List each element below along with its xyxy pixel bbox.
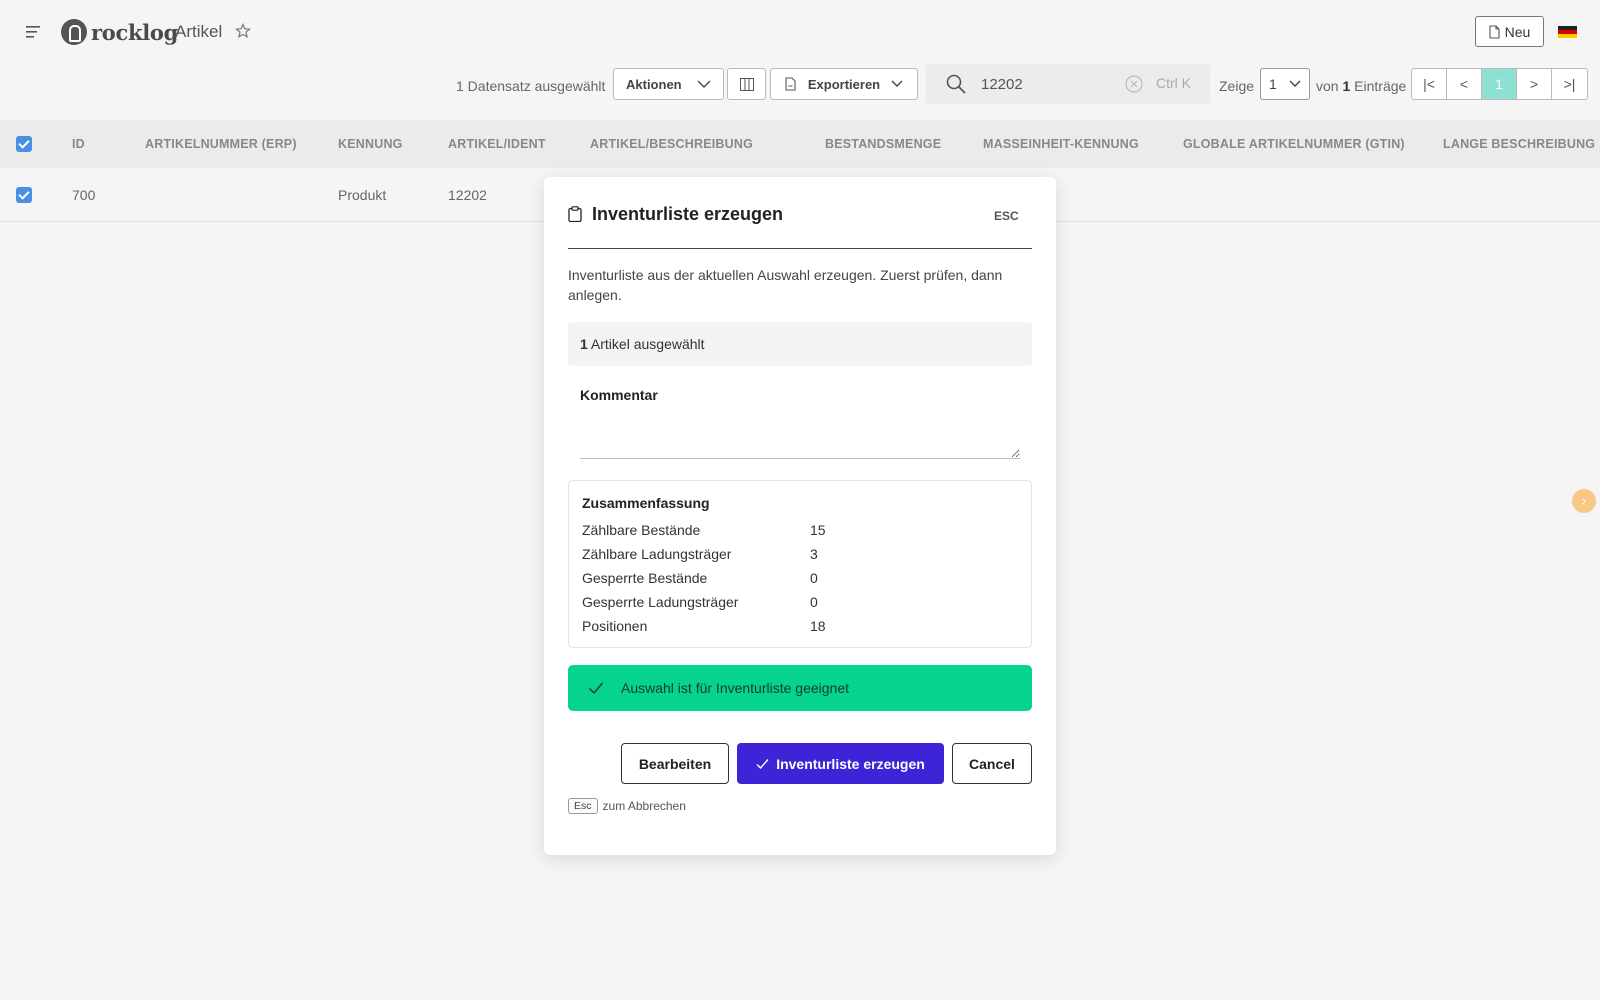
entries-suffix: Einträge: [1354, 78, 1407, 94]
keyboard-hint-text: zum Abbrechen: [602, 799, 686, 813]
selected-text: Artikel ausgewählt: [590, 336, 705, 352]
column-header-masseinheit[interactable]: MASSEINHEIT-KENNUNG: [983, 120, 1139, 168]
logo-text: rocklog: [91, 19, 178, 45]
selected-count: 1: [580, 336, 588, 352]
page-size-value: 1: [1269, 76, 1277, 92]
summary-label: Positionen: [582, 618, 648, 634]
column-header-ident[interactable]: ARTIKEL/IDENT: [448, 120, 546, 168]
column-header-bestandsmenge[interactable]: BESTANDSMENGE: [825, 120, 941, 168]
keyboard-hint: Esc zum Abbrechen: [568, 798, 686, 814]
row-checkbox[interactable]: [16, 187, 32, 203]
summary-value: 15: [810, 522, 826, 538]
side-panel-toggle[interactable]: ›: [1572, 489, 1596, 513]
entries-count: von 1 Einträge: [1316, 76, 1406, 96]
prev-page-button[interactable]: <: [1447, 69, 1482, 99]
cell-ident: 12202: [448, 187, 487, 203]
summary-label: Zählbare Ladungsträger: [582, 546, 732, 562]
column-header-kennung[interactable]: KENNUNG: [338, 120, 403, 168]
column-header-lange-beschreibung[interactable]: LANGE BESCHREIBUNG: [1443, 120, 1598, 168]
summary-value: 0: [810, 594, 818, 610]
selection-count: 1 Datensatz ausgewählt: [456, 78, 606, 94]
next-page-button[interactable]: >: [1517, 69, 1552, 99]
show-label: Zeige: [1219, 78, 1255, 94]
entries-number: 1: [1342, 78, 1351, 94]
new-button[interactable]: Neu: [1475, 16, 1544, 47]
cancel-button[interactable]: Cancel: [952, 743, 1032, 784]
page-size-select[interactable]: 1: [1260, 68, 1310, 100]
summary-value: 3: [810, 546, 818, 562]
chevron-down-icon: [1289, 80, 1301, 87]
summary-row: Gesperrte Ladungsträger 0: [582, 590, 1002, 614]
column-header-beschreibung[interactable]: ARTIKEL/BESCHREIBUNG: [590, 120, 753, 168]
columns-icon: [739, 77, 754, 91]
check-icon: [756, 758, 769, 769]
success-message: Auswahl ist für Inventurliste geeignet: [621, 680, 850, 696]
summary-row: Positionen 18: [582, 614, 1002, 638]
star-icon[interactable]: [235, 23, 251, 39]
logo-mark-icon: [61, 19, 87, 45]
summary-title: Zusammenfassung: [582, 495, 710, 511]
menu-icon[interactable]: [26, 24, 44, 40]
summary-box: Zusammenfassung Zählbare Bestände 15 Zäh…: [568, 480, 1032, 648]
entries-prefix: von: [1316, 78, 1339, 94]
select-all-checkbox[interactable]: [16, 136, 32, 152]
clear-search-icon[interactable]: [1125, 75, 1143, 93]
chevron-down-icon: [891, 80, 903, 87]
success-banner: Auswahl ist für Inventurliste geeignet: [568, 665, 1032, 711]
create-inventory-list-button[interactable]: Inventurliste erzeugen: [737, 743, 944, 784]
summary-label: Gesperrte Ladungsträger: [582, 594, 739, 610]
last-page-button[interactable]: >|: [1552, 69, 1587, 99]
chevron-down-icon: [697, 80, 711, 88]
logo[interactable]: rocklog: [61, 19, 178, 45]
dialog-divider: [568, 248, 1032, 249]
table-toolbar: 1 Datensatz ausgewählt Aktionen Exportie…: [0, 64, 1600, 120]
actions-label: Aktionen: [626, 76, 682, 92]
create-button-label: Inventurliste erzeugen: [776, 755, 925, 772]
edit-button[interactable]: Bearbeiten: [621, 743, 729, 784]
column-header-erp[interactable]: ARTIKELNUMMER (ERP): [145, 120, 297, 168]
selection-info: 1 Artikel ausgewählt: [568, 322, 1032, 366]
inventory-list-dialog: Inventurliste erzeugen ESC Inventurliste…: [544, 177, 1056, 855]
cell-id: 700: [72, 187, 96, 203]
new-document-icon: [1489, 24, 1500, 39]
summary-row: Gesperrte Bestände 0: [582, 566, 1002, 590]
first-page-button[interactable]: |<: [1412, 69, 1447, 99]
summary-value: 18: [810, 618, 826, 634]
actions-dropdown[interactable]: Aktionen: [613, 68, 724, 100]
comment-label: Kommentar: [580, 387, 658, 403]
search-shortcut-hint: Ctrl K: [1156, 75, 1191, 91]
column-header-gtin[interactable]: GLOBALE ARTIKELNUMMER (GTIN): [1183, 120, 1405, 168]
summary-value: 0: [810, 570, 818, 586]
page-title: Artikel: [175, 22, 223, 41]
new-button-label: Neu: [1504, 23, 1531, 40]
search-icon: [946, 74, 966, 94]
column-header-id[interactable]: ID: [72, 120, 85, 168]
columns-button[interactable]: [727, 68, 766, 100]
german-flag-icon[interactable]: [1558, 26, 1577, 38]
export-dropdown[interactable]: Exportieren: [770, 68, 918, 100]
summary-row: Zählbare Bestände 15: [582, 518, 1002, 542]
table-header: ID ARTIKELNUMMER (ERP) KENNUNG ARTIKEL/I…: [0, 120, 1600, 168]
search-input[interactable]: [981, 72, 1121, 96]
app-header: rocklog Artikel Neu: [0, 0, 1600, 64]
clipboard-icon: [568, 206, 582, 222]
summary-label: Gesperrte Bestände: [582, 570, 708, 586]
summary-label: Zählbare Bestände: [582, 522, 701, 538]
summary-row: Zählbare Ladungsträger 3: [582, 542, 1002, 566]
page-button-current[interactable]: 1: [1482, 69, 1517, 99]
esc-close-button[interactable]: ESC: [994, 209, 1019, 223]
dialog-description: Inventurliste aus der aktuellen Auswahl …: [568, 267, 1003, 303]
cell-kennung: Produkt: [338, 187, 387, 203]
comment-textarea[interactable]: [580, 409, 1020, 459]
dialog-title: Inventurliste erzeugen: [592, 204, 784, 224]
export-document-icon: [785, 77, 796, 91]
esc-key: Esc: [568, 798, 598, 814]
export-label: Exportieren: [807, 76, 881, 92]
check-icon: [589, 682, 604, 695]
pagination: |< < 1 > >|: [1411, 68, 1588, 100]
